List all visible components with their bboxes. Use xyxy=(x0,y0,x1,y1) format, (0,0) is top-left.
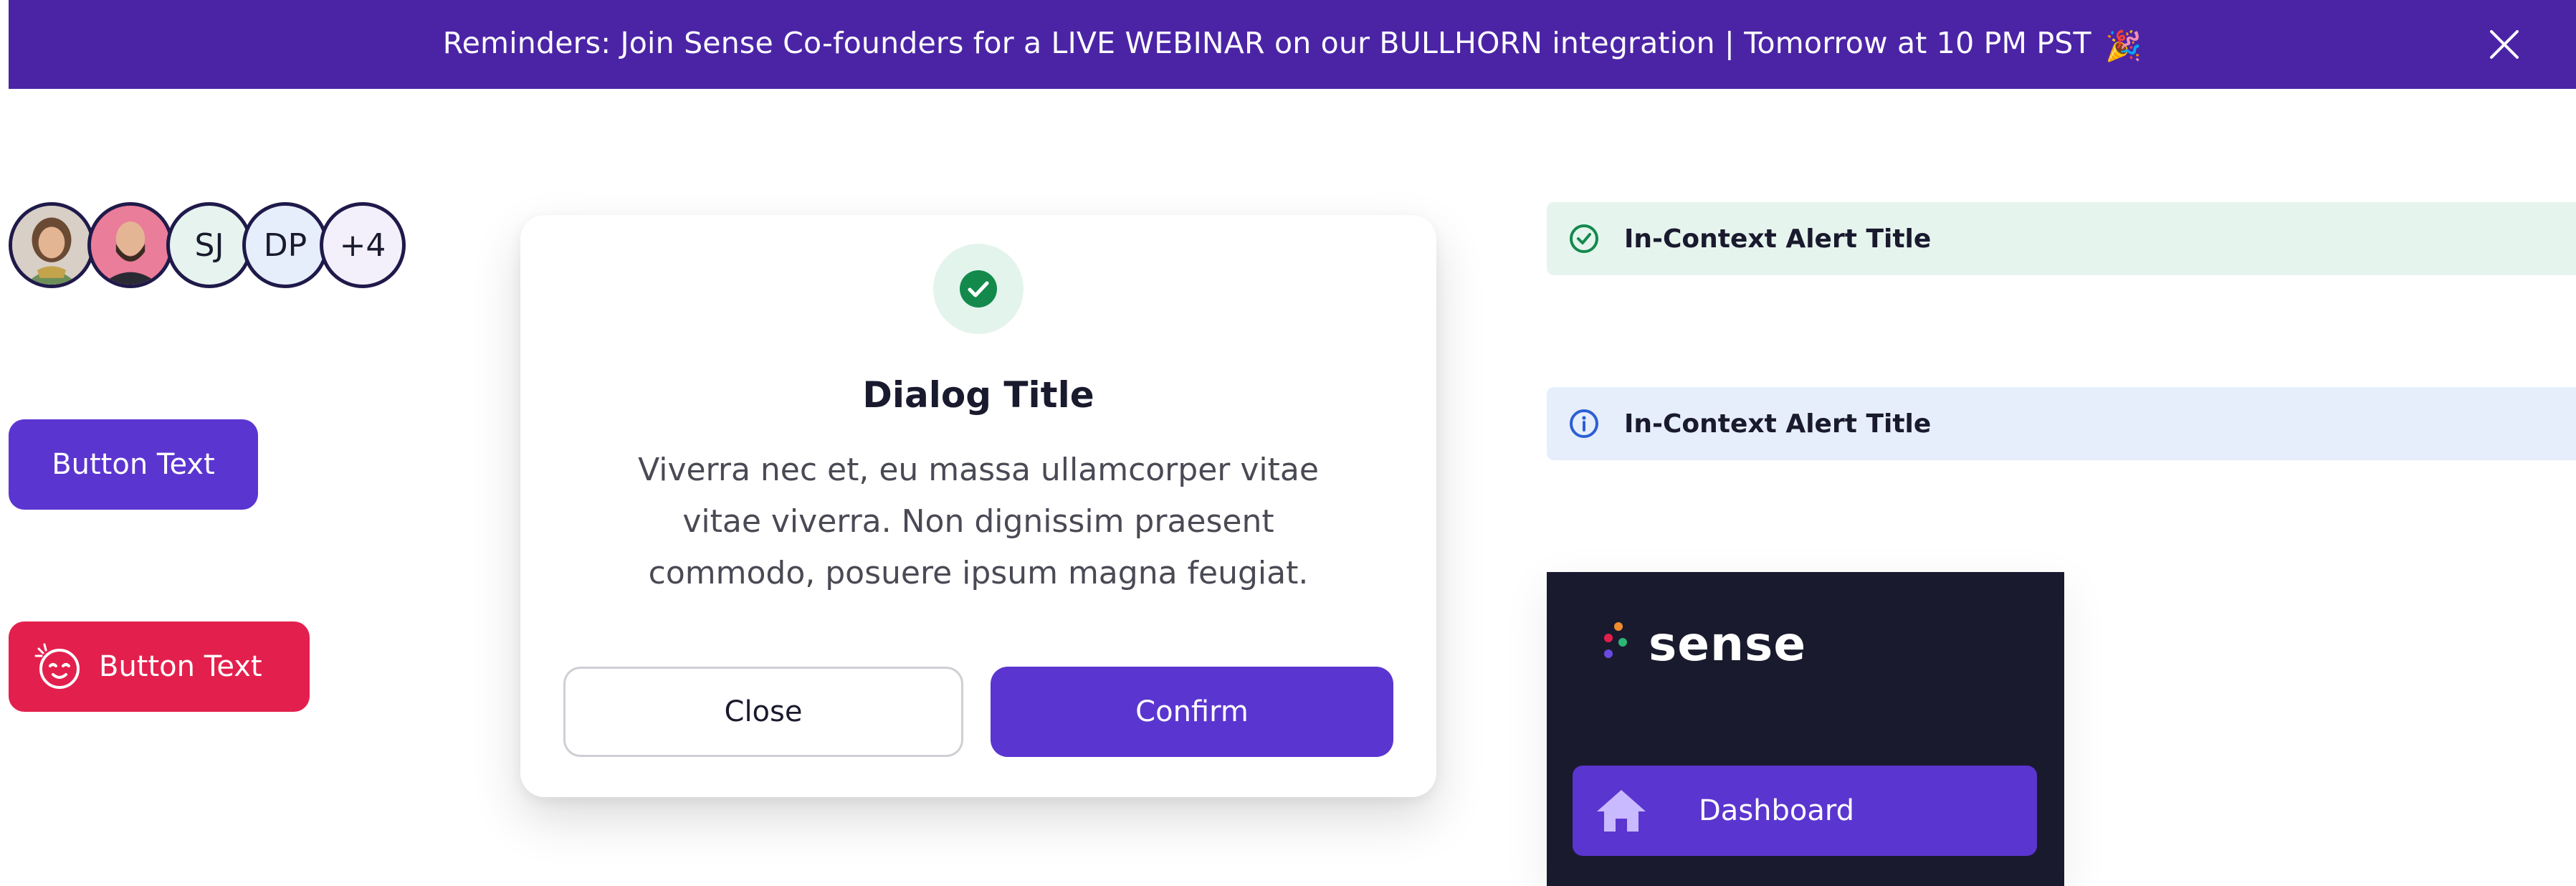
home-icon xyxy=(1594,787,1649,834)
check-circle-icon xyxy=(960,270,997,308)
danger-button[interactable]: Button Text xyxy=(9,621,310,712)
confirmation-dialog: Dialog Title Viverra nec et, eu massa ul… xyxy=(520,215,1436,797)
avatar-count-label: +4 xyxy=(339,227,386,264)
close-button-label: Close xyxy=(724,695,803,728)
alert-title: In-Context Alert Title xyxy=(1624,224,1932,254)
emoji-face-icon xyxy=(34,642,85,692)
sidebar-item-dashboard[interactable]: Dashboard xyxy=(1573,766,2037,856)
man-avatar-photo xyxy=(91,206,170,285)
close-icon[interactable] xyxy=(2487,27,2522,62)
alert-info: In-Context Alert Title xyxy=(1547,387,2576,460)
logo[interactable]: sense xyxy=(1598,616,1806,672)
alert-success: In-Context Alert Title xyxy=(1547,202,2576,275)
woman-avatar-photo xyxy=(12,206,91,285)
sidebar-item-label: Dashboard xyxy=(1699,794,1855,827)
party-popper-icon: 🎉 xyxy=(2104,28,2142,63)
close-button[interactable]: Close xyxy=(563,667,963,757)
avatar-initials-label: DP xyxy=(263,227,307,264)
avatar-initials-label: SJ xyxy=(194,227,224,264)
dialog-body: Viverra nec et, eu massa ullamcorper vit… xyxy=(638,452,1319,591)
sense-logo-icon xyxy=(1604,621,1627,658)
sidebar: sense Dashboard xyxy=(1547,572,2064,886)
banner-message: Reminders: Join Sense Co-founders for a … xyxy=(442,25,2091,60)
primary-button[interactable]: Button Text xyxy=(9,419,258,510)
logo-text: sense xyxy=(1649,616,1807,672)
info-circle-icon xyxy=(1568,408,1600,439)
avatar-man[interactable] xyxy=(87,202,173,288)
confirm-button-label: Confirm xyxy=(1135,695,1249,728)
announcement-banner: Reminders: Join Sense Co-founders for a … xyxy=(9,0,2576,89)
danger-button-label: Button Text xyxy=(99,650,262,683)
confirm-button[interactable]: Confirm xyxy=(991,667,1393,757)
check-circle-icon xyxy=(1568,223,1600,254)
avatar-overflow-count[interactable]: +4 xyxy=(320,202,406,288)
avatar-woman[interactable] xyxy=(9,202,95,288)
avatar-initials[interactable]: DP xyxy=(242,202,328,288)
avatar-initials[interactable]: SJ xyxy=(166,202,252,288)
dialog-title: Dialog Title xyxy=(862,374,1094,416)
dialog-icon-container xyxy=(933,244,1024,334)
alert-title: In-Context Alert Title xyxy=(1624,409,1932,439)
primary-button-label: Button Text xyxy=(52,448,215,481)
banner-text: Reminders: Join Sense Co-founders for a … xyxy=(443,26,2142,64)
